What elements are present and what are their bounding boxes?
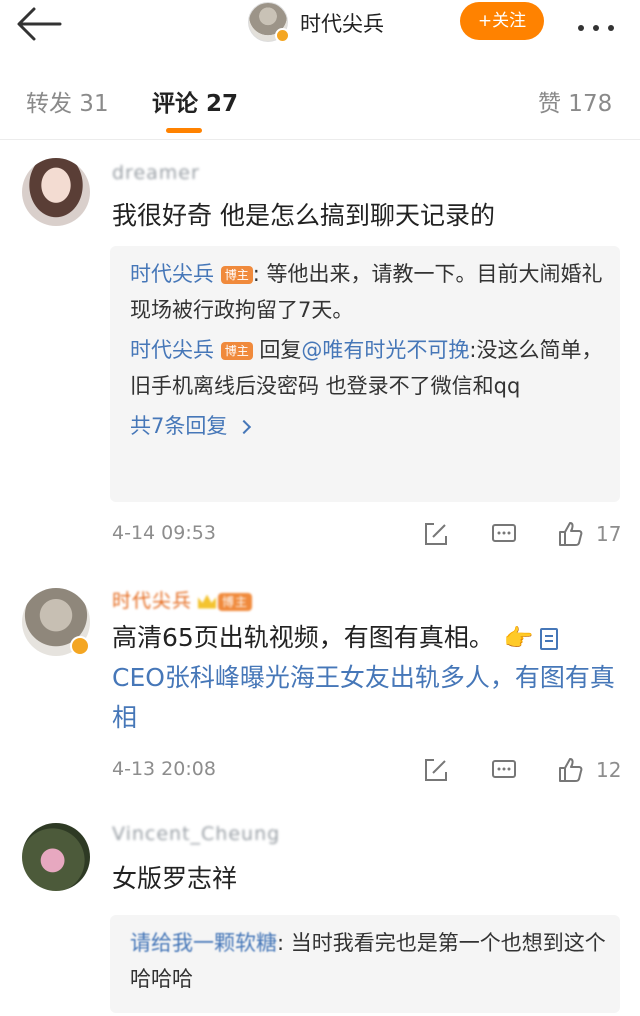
author-badge: 博主 (218, 592, 253, 611)
active-tab-indicator (166, 128, 202, 133)
top-bar: 时代尖兵 +关注 (0, 0, 640, 60)
back-arrow-icon[interactable] (14, 4, 64, 44)
more-replies-label: 共7条回复 (130, 414, 228, 438)
comment-username[interactable]: Vincent_Cheung (112, 823, 280, 845)
crown-icon (198, 594, 217, 609)
like-icon[interactable] (556, 756, 584, 784)
comment-meta: 4-14 09:53 17 (112, 520, 622, 550)
avatar[interactable] (22, 823, 90, 891)
reply-box[interactable]: 时代尖兵 博主: 等他出来，请教一下。目前大闹婚礼现场被行政拘留了7天。 时代尖… (110, 246, 620, 502)
comment-time: 4-14 09:53 (112, 522, 216, 544)
author-badge: 博主 (220, 266, 253, 284)
account-name[interactable]: 时代尖兵 (300, 8, 384, 38)
comment-meta: 4-13 20:08 12 (112, 756, 622, 786)
account-avatar[interactable] (248, 2, 290, 43)
like-count: 12 (596, 758, 622, 782)
follow-button[interactable]: +关注 (460, 2, 544, 40)
comment-text: 女版罗志祥 (112, 864, 238, 893)
verified-icon (275, 28, 290, 43)
tab-bar: 转发 31 评论 27 赞 178 (0, 60, 640, 140)
comment-username[interactable]: dreamer (112, 162, 200, 184)
like-count: 17 (596, 522, 622, 546)
more-options-icon[interactable] (578, 16, 628, 31)
reply-author[interactable]: 时代尖兵 (130, 262, 214, 286)
reply-item: 时代尖兵 博主 回复@唯有时光不可挽:没这么简单，旧手机离线后没密码 也登录不了… (130, 332, 606, 404)
reply-author[interactable]: 请给我一颗软糖 (130, 931, 277, 955)
reply-icon[interactable] (490, 756, 518, 784)
reply-mention[interactable]: @唯有时光不可挽 (301, 338, 469, 362)
repost-icon[interactable] (422, 756, 450, 784)
tab-comments[interactable]: 评论 27 (152, 84, 238, 118)
avatar[interactable] (22, 158, 90, 226)
reply-item: 时代尖兵 博主: 等他出来，请教一下。目前大闹婚礼现场被行政拘留了7天。 (130, 256, 606, 328)
like-icon[interactable] (556, 520, 584, 548)
repost-icon[interactable] (422, 520, 450, 548)
comment-text: 高清65页出轨视频，有图有真相。 👉 CEO张科峰曝光海王女友出轨多人，有图有真相 (112, 618, 622, 738)
verified-icon (70, 636, 90, 656)
avatar[interactable] (22, 588, 90, 656)
reply-author[interactable]: 时代尖兵 (130, 338, 214, 362)
reply-icon[interactable] (490, 520, 518, 548)
comment-time: 4-13 20:08 (112, 758, 216, 780)
author-badge: 博主 (220, 342, 253, 360)
tab-likes[interactable]: 赞 178 (538, 84, 612, 118)
chevron-right-icon (237, 419, 252, 435)
pointing-hand-icon: 👉 (503, 624, 534, 652)
article-link[interactable]: CEO张科峰曝光海王女友出轨多人，有图有真相 (112, 658, 622, 738)
comment-body: 高清65页出轨视频，有图有真相。 (112, 623, 494, 652)
tab-reposts[interactable]: 转发 31 (26, 84, 109, 118)
username-text: 时代尖兵 (112, 590, 193, 612)
article-icon (539, 628, 558, 650)
comment-username[interactable]: 时代尖兵 博主 (112, 586, 253, 613)
reply-box[interactable]: 请给我一颗软糖: 当时我看完也是第一个也想到这个哈哈哈 (110, 915, 620, 1013)
more-replies-link[interactable]: 共7条回复 (130, 408, 606, 444)
reply-prefix: 回复 (252, 338, 302, 362)
comment-text: 我很好奇 他是怎么搞到聊天记录的 (112, 201, 495, 230)
reply-item: 请给我一颗软糖: 当时我看完也是第一个也想到这个哈哈哈 (130, 925, 606, 997)
